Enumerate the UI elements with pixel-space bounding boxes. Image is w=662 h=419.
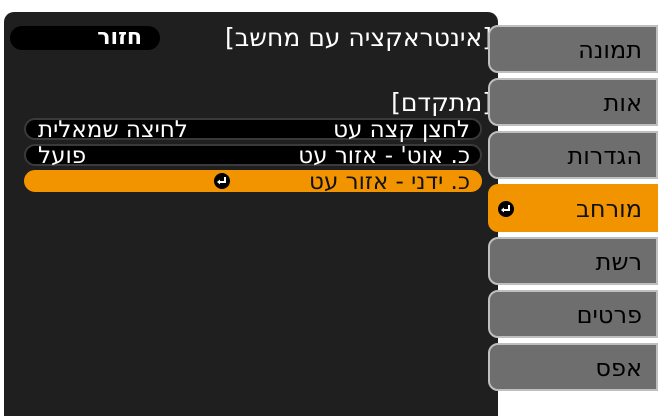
setting-row-pen-button[interactable]: לחצן קצה עט לחיצה שמאלית: [24, 117, 482, 143]
tab-label: פרטים: [576, 301, 642, 329]
setting-label: כ. אוט' - אזור עט: [298, 143, 470, 169]
tab-label: אות: [603, 89, 642, 117]
setting-label: לחצן קצה עט: [333, 117, 470, 143]
tab-info[interactable]: פרטים: [488, 290, 658, 338]
enter-return-icon: [498, 201, 514, 217]
tab-label: הגדרות: [567, 142, 642, 170]
tab-network[interactable]: רשת: [488, 237, 658, 285]
setting-row-manual-pen-area[interactable]: כ. ידני - אזור עט: [24, 169, 482, 195]
tab-label: אפס: [595, 354, 642, 382]
setting-label: כ. ידני - אזור עט: [309, 169, 470, 195]
setting-value: פועל: [38, 143, 87, 169]
enter-return-icon: [214, 173, 230, 189]
section-title: [מתקדם]: [391, 88, 492, 117]
tab-signal[interactable]: אות: [488, 78, 658, 126]
tab-settings[interactable]: הגדרות: [488, 131, 658, 179]
setting-value: לחיצה שמאלית: [38, 117, 188, 143]
tab-label: תמונה: [578, 36, 642, 64]
tab-label: מורחב: [576, 195, 642, 223]
setting-row-auto-pen-area[interactable]: כ. אוט' - אזור עט פועל: [24, 143, 482, 169]
tab-image[interactable]: תמונה: [488, 25, 658, 73]
tab-extended[interactable]: מורחב: [488, 184, 658, 232]
page-title: [אינטראקציה עם מחשב]: [225, 23, 492, 52]
back-button[interactable]: חזור: [10, 26, 160, 50]
settings-panel: [4, 12, 498, 416]
tab-reset[interactable]: אפס: [488, 343, 658, 391]
tab-label: רשת: [595, 248, 642, 276]
